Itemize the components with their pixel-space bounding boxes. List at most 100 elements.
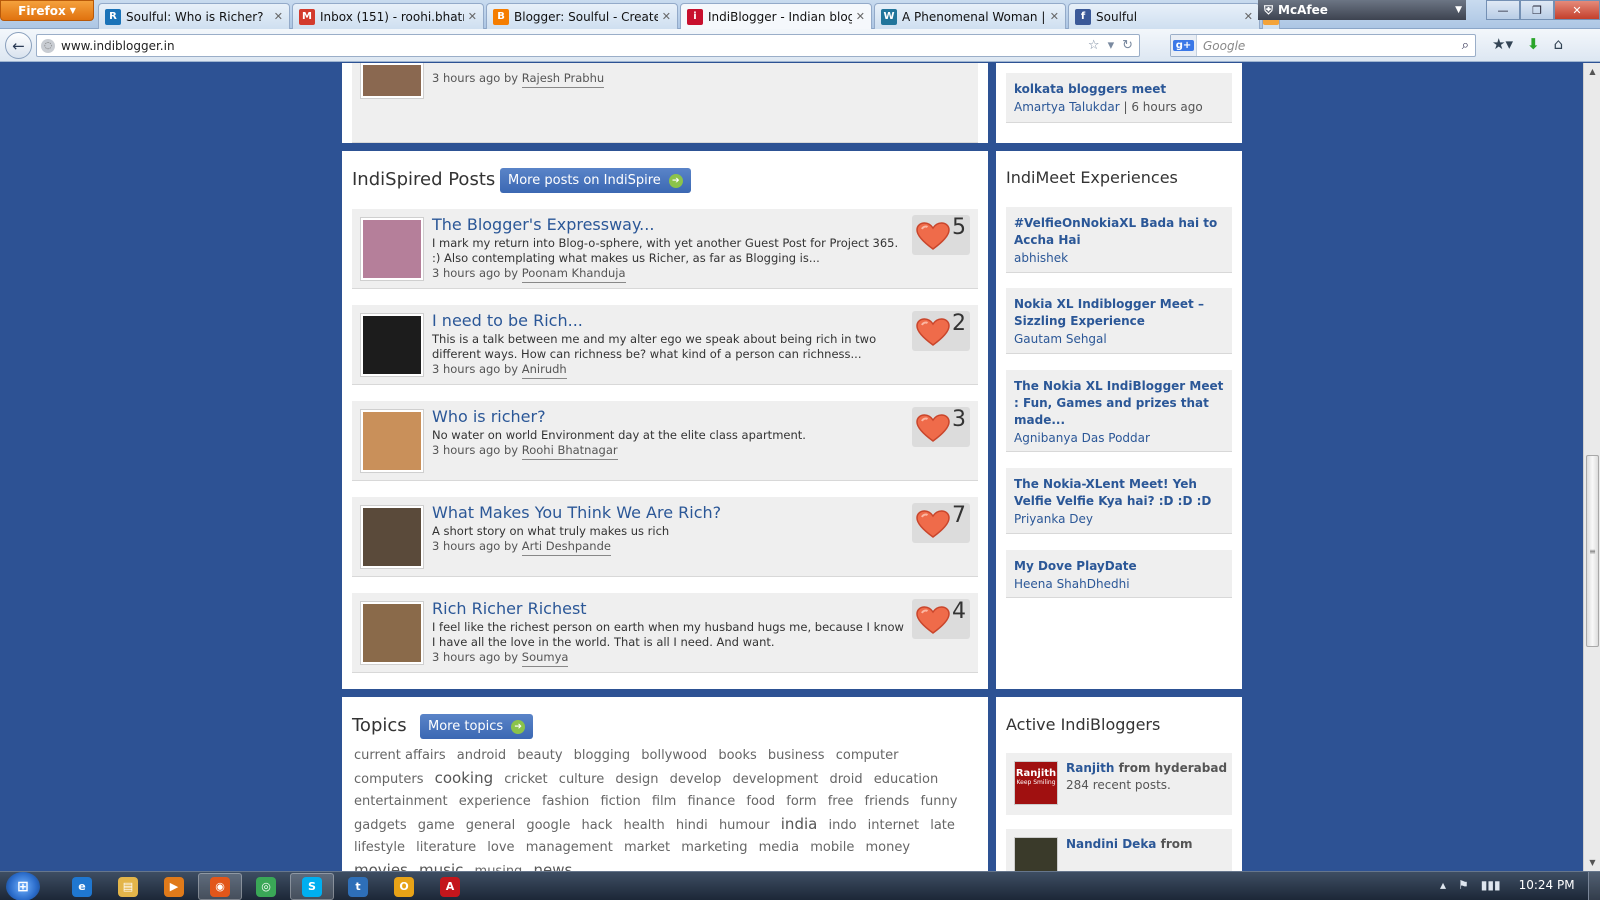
firefox-taskbar-button[interactable]: ◉: [198, 873, 242, 900]
topic-tag[interactable]: development: [733, 772, 819, 787]
topic-tag[interactable]: management: [526, 840, 613, 855]
topic-tag[interactable]: india: [781, 815, 818, 833]
skype-taskbar-button[interactable]: S: [290, 873, 334, 900]
meet-author[interactable]: Heena ShahDhedhi: [1014, 575, 1224, 593]
list-item[interactable]: What Makes You Think We Are Rich? A short…: [352, 497, 978, 577]
list-item[interactable]: The Blogger's Expressway... I mark my ret…: [352, 209, 978, 289]
more-indispire-button[interactable]: More posts on IndiSpire ➔: [500, 168, 691, 193]
meet-author[interactable]: Priyanka Dey: [1014, 510, 1224, 528]
topic-tag[interactable]: literature: [416, 840, 476, 855]
list-item[interactable]: The Nokia XL IndiBlogger Meet : Fun, Gam…: [1006, 370, 1232, 452]
topic-tag[interactable]: design: [615, 772, 658, 787]
meet-title[interactable]: The Nokia-XLent Meet! Yeh Velfie Velfie …: [1014, 476, 1224, 510]
post-title-link[interactable]: Rich Richer Richest: [432, 599, 587, 618]
topic-tag[interactable]: internet: [868, 818, 919, 833]
scrollbar-thumb[interactable]: ≡: [1586, 455, 1599, 647]
author-link[interactable]: Roohi Bhatnagar: [521, 443, 618, 460]
blogger-name-link[interactable]: Nandini Deka: [1066, 837, 1156, 851]
topic-tag[interactable]: gadgets: [354, 818, 407, 833]
like-button[interactable]: 7: [912, 503, 970, 543]
browser-tab[interactable]: W A Phenomenal Woman | h... ✕: [874, 3, 1066, 29]
show-desktop-button[interactable]: [1588, 872, 1600, 900]
topic-tag[interactable]: entertainment: [354, 794, 448, 809]
close-tab-icon[interactable]: ✕: [1050, 10, 1059, 23]
blogger-avatar[interactable]: [1014, 837, 1058, 871]
topic-tag[interactable]: google: [526, 818, 570, 833]
topic-tag[interactable]: free: [828, 794, 854, 809]
topic-tag[interactable]: form: [786, 794, 816, 809]
author-avatar[interactable]: [360, 601, 424, 665]
meet-author[interactable]: Amartya Talukdar: [1014, 100, 1120, 114]
network-icon[interactable]: ▮▮▮: [1481, 878, 1501, 892]
action-center-icon[interactable]: ⚑: [1458, 878, 1469, 892]
author-avatar[interactable]: [360, 217, 424, 281]
topic-tag[interactable]: cooking: [435, 769, 493, 787]
search-icon[interactable]: ⌕: [1462, 38, 1469, 53]
topic-tag[interactable]: android: [457, 748, 506, 763]
author-link[interactable]: Rajesh Prabhu: [521, 71, 605, 88]
close-tab-icon[interactable]: ✕: [1244, 10, 1253, 23]
topic-tag[interactable]: general: [466, 818, 515, 833]
more-topics-button[interactable]: More topics ➔: [420, 714, 534, 739]
list-item[interactable]: Who is richer? No water on world Environm…: [352, 401, 978, 481]
topic-tag[interactable]: market: [624, 840, 670, 855]
topic-tag[interactable]: media: [759, 840, 800, 855]
like-button[interactable]: 5: [912, 215, 970, 255]
topic-tag[interactable]: game: [418, 818, 455, 833]
reload-icon[interactable]: ↻: [1122, 38, 1133, 53]
home-icon[interactable]: ⌂: [1554, 35, 1564, 53]
topic-tag[interactable]: hack: [582, 818, 613, 833]
topic-tag[interactable]: computer: [836, 748, 899, 763]
list-item[interactable]: Rich Richer Richest I feel like the riche…: [352, 593, 978, 673]
post-title-link[interactable]: What Makes You Think We Are Rich?: [432, 503, 721, 522]
topic-tag[interactable]: indo: [828, 818, 856, 833]
topic-tag[interactable]: film: [652, 794, 676, 809]
topic-tag[interactable]: develop: [670, 772, 722, 787]
close-tab-icon[interactable]: ✕: [274, 10, 283, 23]
post-title-link[interactable]: The Blogger's Expressway...: [432, 215, 654, 234]
like-button[interactable]: 4: [912, 599, 970, 639]
close-window-button[interactable]: ✕: [1554, 0, 1600, 20]
topic-tag[interactable]: cricket: [504, 772, 547, 787]
meet-title[interactable]: The Nokia XL IndiBlogger Meet : Fun, Gam…: [1014, 378, 1224, 429]
topic-tag[interactable]: current affairs: [354, 748, 446, 763]
topic-tag[interactable]: fiction: [600, 794, 640, 809]
bookmarks-menu-icon[interactable]: ★▾: [1492, 35, 1513, 53]
topic-tag[interactable]: money: [865, 840, 910, 855]
topic-tag[interactable]: hindi: [676, 818, 708, 833]
author-avatar[interactable]: [360, 313, 424, 377]
topic-tag[interactable]: health: [624, 818, 665, 833]
author-link[interactable]: Anirudh: [521, 362, 567, 379]
search-engine-button[interactable]: g+: [1171, 35, 1197, 56]
author-avatar[interactable]: [360, 409, 424, 473]
explorer-taskbar-button[interactable]: ▤: [106, 873, 150, 900]
topic-tag[interactable]: education: [874, 772, 939, 787]
topic-tag[interactable]: marketing: [681, 840, 747, 855]
topic-tag[interactable]: humour: [719, 818, 770, 833]
meet-author[interactable]: Gautam Sehgal: [1014, 330, 1224, 348]
bookmark-star-icon[interactable]: ☆: [1088, 38, 1100, 53]
history-dropdown-icon[interactable]: ▾: [1108, 38, 1115, 53]
topic-tag[interactable]: friends: [865, 794, 910, 809]
topic-tag[interactable]: beauty: [517, 748, 562, 763]
list-item[interactable]: 3 hours ago by Rajesh Prabhu: [352, 63, 978, 143]
topic-tag[interactable]: food: [746, 794, 775, 809]
topic-tag[interactable]: fashion: [542, 794, 589, 809]
browser-tab[interactable]: f Soulful ✕: [1068, 3, 1260, 29]
browser-tab[interactable]: R Soulful: Who is Richer? ✕: [98, 3, 290, 29]
list-item[interactable]: I need to be Rich... This is a talk betwe…: [352, 305, 978, 385]
close-tab-icon[interactable]: ✕: [662, 10, 671, 23]
list-item[interactable]: Nandini Deka from: [1006, 829, 1232, 871]
firefox-menu-button[interactable]: Firefox ▼: [0, 0, 94, 21]
topic-tag[interactable]: late: [930, 818, 955, 833]
topic-tag[interactable]: finance: [687, 794, 735, 809]
close-tab-icon[interactable]: ✕: [468, 10, 477, 23]
author-avatar[interactable]: [360, 505, 424, 569]
acrobat-taskbar-button[interactable]: A: [428, 873, 472, 900]
list-item[interactable]: The Nokia-XLent Meet! Yeh Velfie Velfie …: [1006, 468, 1232, 534]
topic-tag[interactable]: culture: [559, 772, 604, 787]
media-player-taskbar-button[interactable]: ▶: [152, 873, 196, 900]
twitter-taskbar-button[interactable]: t: [336, 873, 380, 900]
topic-tag[interactable]: musing: [475, 864, 523, 871]
start-button[interactable]: ⊞: [6, 872, 40, 900]
